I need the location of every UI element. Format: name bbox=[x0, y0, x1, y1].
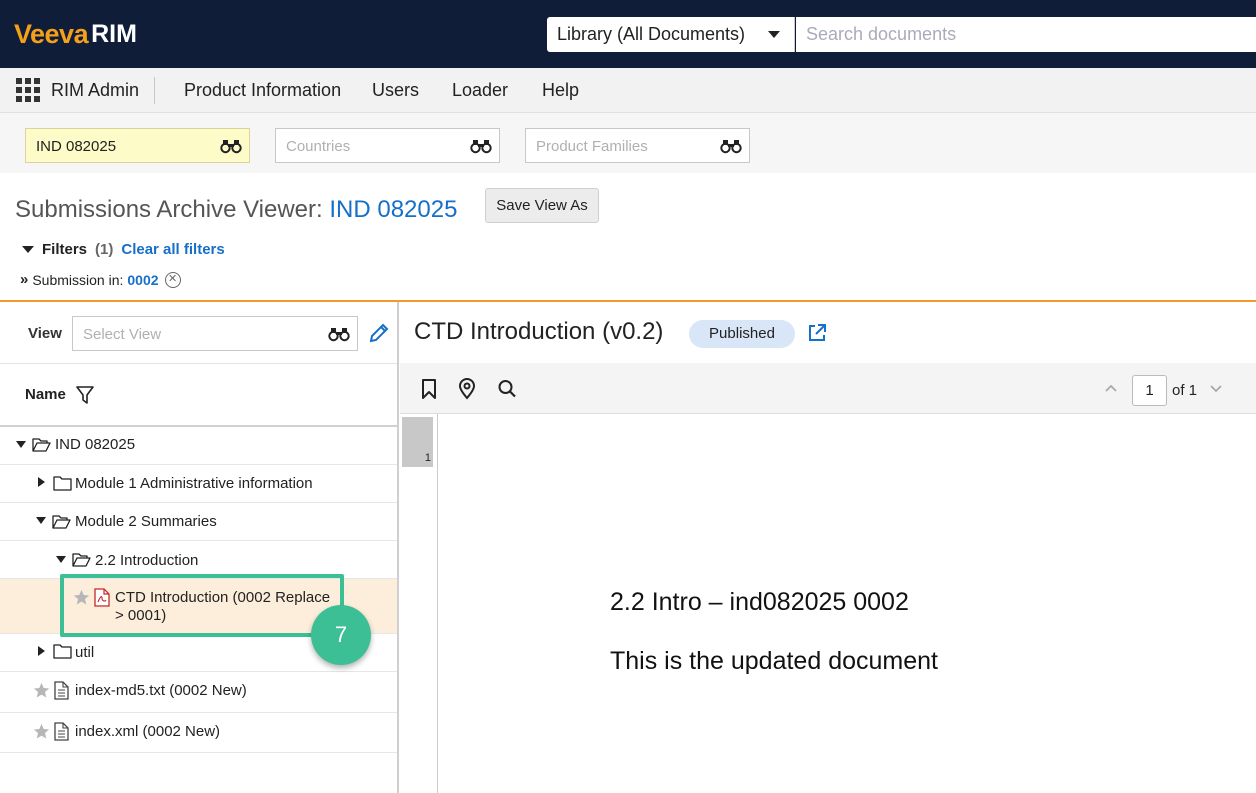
binoculars-icon[interactable] bbox=[328, 326, 350, 342]
filters-label: Filters bbox=[42, 241, 88, 258]
binoculars-icon[interactable] bbox=[220, 138, 242, 154]
main-nav: RIM Admin Product Information Users Load… bbox=[0, 68, 1256, 113]
tree-row-index-md5[interactable]: index-md5.txt (0002 New) bbox=[0, 672, 397, 713]
countries-placeholder: Countries bbox=[286, 138, 351, 155]
nav-item-users[interactable]: Users bbox=[372, 80, 419, 101]
submission-filter-value[interactable]: 0002 bbox=[127, 272, 158, 288]
tree-row-root[interactable]: IND 082025 bbox=[0, 425, 397, 465]
tree-row-label: IND 082025 bbox=[55, 436, 136, 453]
folder-icon bbox=[53, 644, 72, 659]
logo-rim-text: RIM bbox=[91, 19, 137, 48]
page-thumbnails: 1 bbox=[400, 414, 438, 793]
step-number-badge: 7 bbox=[311, 605, 371, 665]
application-filter-field[interactable]: IND 082025 bbox=[25, 128, 250, 163]
expand-toggle-icon[interactable] bbox=[36, 517, 46, 524]
chevron-up-icon[interactable] bbox=[1105, 384, 1117, 392]
submission-filter-label: Submission in: bbox=[32, 271, 124, 288]
page-thumbnail[interactable]: 1 bbox=[402, 417, 433, 467]
name-column-header[interactable]: Name bbox=[25, 386, 66, 403]
binoculars-icon[interactable] bbox=[470, 138, 492, 154]
filter-funnel-icon[interactable] bbox=[76, 385, 94, 405]
document-heading: 2.2 Intro – ind082025 0002 bbox=[610, 588, 909, 616]
double-chevron-right-icon[interactable]: » bbox=[20, 271, 28, 288]
divider bbox=[0, 363, 397, 364]
pencil-icon[interactable] bbox=[368, 322, 390, 344]
expand-toggle-icon[interactable] bbox=[56, 556, 66, 563]
folder-open-icon bbox=[72, 553, 91, 567]
page-title: Submissions Archive Viewer: IND 082025 bbox=[15, 196, 457, 224]
context-filter-bar: IND 082025 Countries Product Families bbox=[0, 113, 1256, 173]
filters-toggle[interactable]: Filters (1) Clear all filters bbox=[22, 241, 225, 258]
tree-row-index-xml[interactable]: index.xml (0002 New) bbox=[0, 713, 397, 753]
select-view-placeholder: Select View bbox=[83, 326, 162, 343]
folder-open-icon bbox=[52, 515, 71, 529]
chevron-down-icon[interactable] bbox=[1210, 385, 1222, 393]
page-title-prefix: Submissions Archive Viewer: bbox=[15, 196, 323, 223]
veeva-rim-logo[interactable]: Veeva RIM bbox=[14, 18, 137, 50]
clear-all-filters-link[interactable]: Clear all filters bbox=[121, 241, 224, 258]
tree-row-label: util bbox=[75, 644, 95, 661]
expand-toggle-icon[interactable] bbox=[38, 477, 45, 487]
active-filter-chip: » Submission in: 0002 ✕ bbox=[20, 271, 181, 288]
search-scope-value: Library (All Documents) bbox=[557, 24, 746, 44]
tree-row-module-2[interactable]: Module 2 Summaries bbox=[0, 503, 397, 541]
product-families-placeholder: Product Families bbox=[536, 138, 648, 155]
document-page: 2.2 Intro – ind082025 0002 This is the u… bbox=[439, 414, 1256, 793]
search-input[interactable] bbox=[796, 17, 1256, 52]
nav-divider bbox=[154, 77, 155, 104]
binoculars-icon[interactable] bbox=[720, 138, 742, 154]
product-families-filter-field[interactable]: Product Families bbox=[525, 128, 750, 163]
tree-row-label: index-md5.txt (0002 New) bbox=[75, 682, 247, 699]
callout-highlight-box bbox=[60, 574, 344, 637]
tree-row-module-1[interactable]: Module 1 Administrative information bbox=[0, 465, 397, 503]
remove-filter-icon[interactable]: ✕ bbox=[164, 271, 181, 288]
external-link-icon[interactable] bbox=[807, 323, 827, 343]
application-filter-value: IND 082025 bbox=[36, 138, 117, 155]
chevron-down-icon bbox=[768, 31, 780, 38]
tree-row-label: index.xml (0002 New) bbox=[75, 723, 221, 740]
view-label: View bbox=[28, 325, 62, 342]
top-bar: Veeva RIM Library (All Documents) bbox=[0, 0, 1256, 68]
location-pin-icon[interactable] bbox=[457, 378, 477, 400]
app-grid-icon[interactable] bbox=[16, 78, 40, 102]
search-scope-dropdown[interactable]: Library (All Documents) bbox=[547, 17, 795, 52]
nav-item-product-information[interactable]: Product Information bbox=[184, 80, 341, 101]
chevron-down-icon bbox=[22, 246, 34, 253]
document-body-text: This is the updated document bbox=[610, 647, 938, 675]
filters-count: (1) bbox=[95, 241, 114, 258]
page-total: of 1 bbox=[1172, 382, 1198, 399]
nav-item-loader[interactable]: Loader bbox=[452, 80, 508, 101]
page-number-input[interactable]: 1 bbox=[1132, 375, 1167, 406]
text-file-icon bbox=[54, 681, 69, 700]
select-view-field[interactable]: Select View bbox=[72, 316, 358, 351]
tree-row-label: 2.2 Introduction bbox=[95, 552, 199, 569]
document-title: CTD Introduction (v0.2) bbox=[414, 318, 664, 345]
nav-app-name[interactable]: RIM Admin bbox=[51, 80, 139, 101]
expand-toggle-icon[interactable] bbox=[16, 441, 26, 448]
tree-row-label: Module 1 Administrative information bbox=[75, 475, 313, 492]
folder-open-icon bbox=[32, 438, 51, 452]
countries-filter-field[interactable]: Countries bbox=[275, 128, 500, 163]
logo-veeva-text: Veeva bbox=[14, 18, 89, 49]
star-icon[interactable] bbox=[33, 723, 50, 740]
star-icon[interactable] bbox=[33, 682, 50, 699]
folder-icon bbox=[53, 476, 72, 491]
tree-row-label: Module 2 Summaries bbox=[75, 513, 217, 530]
text-file-icon bbox=[54, 722, 69, 741]
page-title-link[interactable]: IND 082025 bbox=[329, 196, 457, 223]
nav-item-help[interactable]: Help bbox=[542, 80, 579, 101]
status-badge: Published bbox=[689, 320, 795, 348]
search-icon[interactable] bbox=[497, 378, 517, 400]
expand-toggle-icon[interactable] bbox=[38, 646, 45, 656]
save-view-as-button[interactable]: Save View As bbox=[485, 188, 599, 223]
bookmark-icon[interactable] bbox=[419, 378, 439, 400]
viewer-toolbar: 1 of 1 bbox=[400, 363, 1256, 414]
